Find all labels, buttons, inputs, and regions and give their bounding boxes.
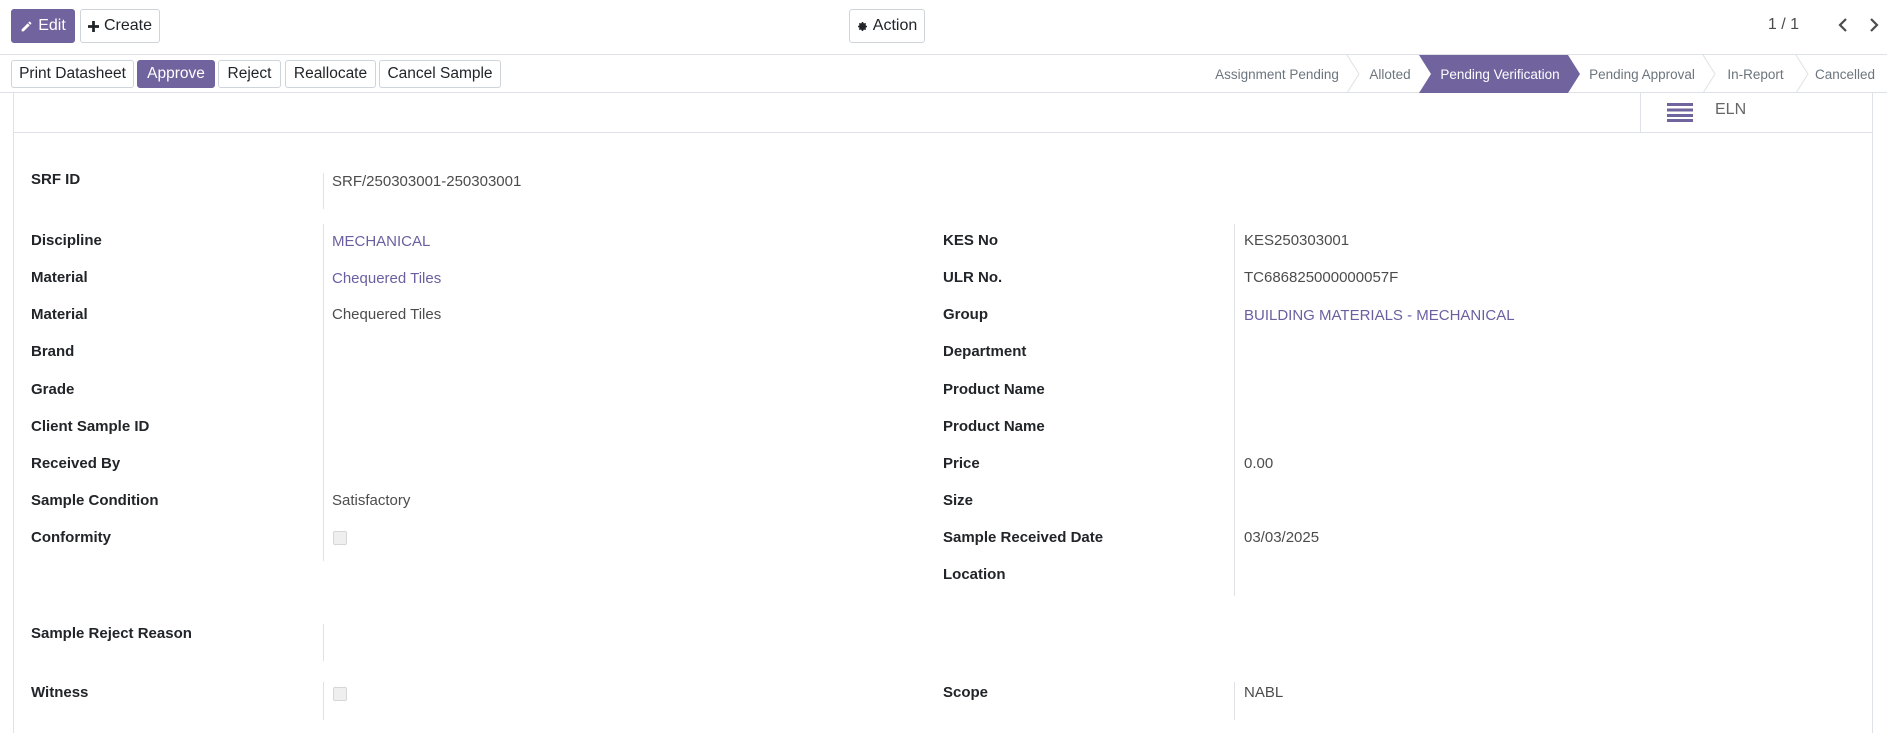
witness-label: Witness	[31, 684, 89, 701]
edit-button[interactable]: Edit	[11, 9, 75, 43]
stage-separator	[1346, 55, 1360, 93]
ulr-no-value: TC686825000000057F	[1244, 269, 1399, 286]
brand-label: Brand	[31, 343, 75, 360]
plus-icon	[87, 20, 99, 32]
gear-icon	[857, 21, 868, 32]
eln-smart-button[interactable]: ELN	[1640, 93, 1872, 133]
eln-label: ELN	[1715, 101, 1747, 118]
kes-no-value: KES250303001	[1244, 232, 1350, 249]
sample-received-date-value: 03/03/2025	[1244, 529, 1320, 546]
conformity-checkbox[interactable]	[333, 531, 347, 545]
sample-reject-reason-label: Sample Reject Reason	[31, 625, 192, 642]
stage-cancelled[interactable]: Cancelled	[1810, 55, 1880, 93]
conformity-label: Conformity	[31, 529, 111, 546]
srf-id-value: SRF/250303001-250303001	[332, 173, 522, 190]
pager-next-button[interactable]	[1864, 14, 1884, 36]
material-value-2: Chequered Tiles	[332, 306, 442, 323]
stage-separator	[1795, 55, 1809, 93]
action-label: Action	[872, 17, 918, 34]
chevron-right-icon	[1870, 18, 1879, 32]
stage-assignment-pending[interactable]: Assignment Pending	[1210, 55, 1344, 93]
sample-condition-label: Sample Condition	[31, 492, 159, 509]
price-value: 0.00	[1244, 455, 1274, 472]
button-box: ELN	[14, 93, 1872, 133]
product-name-label-2: Product Name	[943, 418, 1045, 435]
action-button[interactable]: Action	[849, 9, 925, 43]
stage-alloted[interactable]: Alloted	[1360, 55, 1420, 93]
witness-checkbox[interactable]	[333, 687, 347, 701]
discipline-value[interactable]: MECHANICAL	[332, 233, 430, 250]
group-value[interactable]: BUILDING MATERIALS - MECHANICAL	[1244, 307, 1515, 324]
sample-condition-value: Satisfactory	[332, 492, 411, 509]
grade-label: Grade	[31, 381, 75, 398]
field-divider	[323, 624, 324, 661]
price-label: Price	[943, 455, 980, 472]
size-label: Size	[943, 492, 974, 509]
product-name-label: Product Name	[943, 381, 1045, 398]
material-value[interactable]: Chequered Tiles	[332, 270, 441, 287]
stage-pending-approval[interactable]: Pending Approval	[1582, 55, 1702, 93]
control-panel: Edit Create Action 1 / 1	[0, 0, 1887, 55]
stage-separator	[1702, 55, 1716, 93]
ulr-no-label: ULR No.	[943, 269, 1003, 286]
srf-id-label: SRF ID	[31, 171, 81, 188]
create-button[interactable]: Create	[80, 9, 160, 43]
received-by-label: Received By	[31, 455, 121, 472]
form-sheet: ELN SRF ID SRF/250303001-250303001 Disci…	[13, 93, 1873, 733]
pager-previous-button[interactable]	[1833, 14, 1853, 36]
scope-label: Scope	[943, 684, 989, 701]
field-divider	[323, 682, 324, 720]
kes-no-label: KES No	[943, 232, 999, 249]
create-label: Create	[103, 17, 153, 34]
material-label-2: Material	[31, 306, 88, 323]
list-icon	[1667, 102, 1693, 127]
stage-in-report[interactable]: In-Report	[1718, 55, 1793, 93]
department-label: Department	[943, 343, 1027, 360]
sample-received-date-label: Sample Received Date	[943, 529, 1104, 546]
edit-label: Edit	[38, 17, 66, 34]
pencil-icon	[20, 20, 33, 33]
chevron-left-icon	[1838, 18, 1847, 32]
field-divider	[1234, 682, 1235, 720]
scope-value: NABL	[1244, 684, 1284, 701]
group-label: Group	[943, 306, 988, 323]
discipline-label: Discipline	[31, 232, 102, 249]
client-sample-id-label: Client Sample ID	[31, 418, 150, 435]
field-divider	[1234, 224, 1235, 596]
pager-value[interactable]: 1 / 1	[1768, 16, 1799, 34]
location-label: Location	[943, 566, 1006, 583]
status-bar: Print Datasheet Approve Reject Reallocat…	[0, 55, 1887, 93]
field-divider	[323, 173, 324, 209]
stage-pending-verification[interactable]: Pending Verification	[1432, 55, 1568, 93]
field-divider	[323, 224, 324, 561]
material-label: Material	[31, 269, 88, 286]
